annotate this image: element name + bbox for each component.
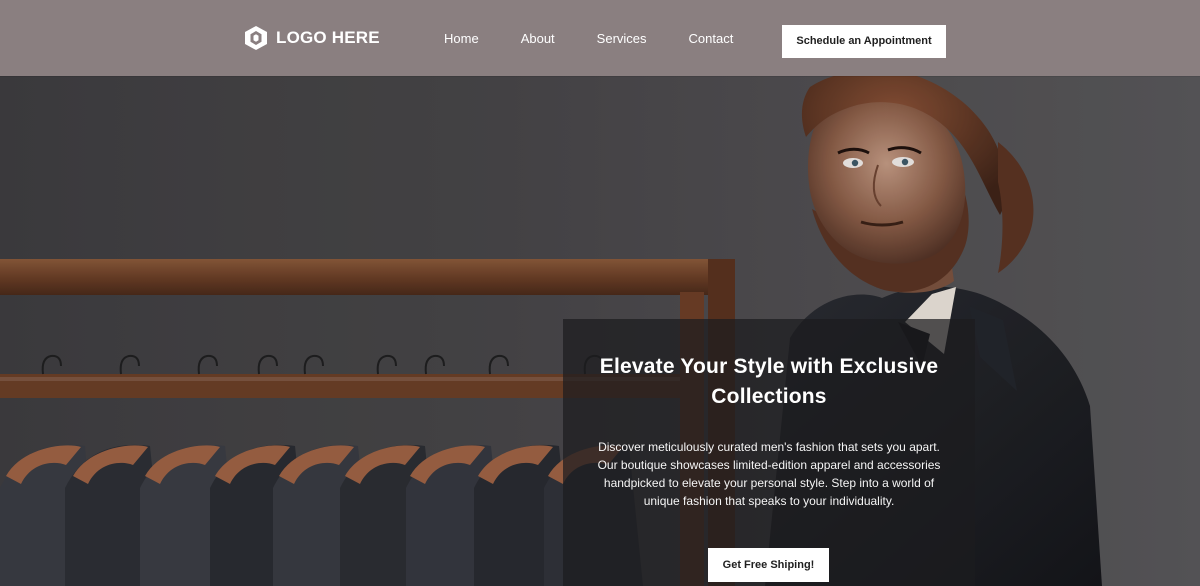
logo-text: LOGO HERE bbox=[276, 28, 380, 47]
free-shipping-button[interactable]: Get Free Shiping! bbox=[708, 548, 829, 582]
schedule-appointment-button[interactable]: Schedule an Appointment bbox=[782, 25, 946, 58]
hero-title: Elevate Your Style with Exclusive Collec… bbox=[599, 355, 939, 408]
landing-page: LOGO HERE Home About Services Contact Sc… bbox=[0, 0, 1200, 586]
nav-contact-link[interactable]: Contact bbox=[689, 31, 734, 46]
nav-about-link[interactable]: About bbox=[521, 31, 555, 46]
nav-home-link[interactable]: Home bbox=[444, 31, 479, 46]
nav-services-link[interactable]: Services bbox=[597, 31, 647, 46]
hexagon-logo-icon bbox=[242, 24, 270, 52]
hero-section: Elevate Your Style with Exclusive Collec… bbox=[0, 76, 1200, 586]
hero-overlay: Elevate Your Style with Exclusive Collec… bbox=[563, 319, 975, 586]
site-header: LOGO HERE Home About Services Contact Sc… bbox=[0, 0, 1200, 76]
hero-description: Discover meticulously curated men's fash… bbox=[597, 440, 941, 508]
site-logo[interactable]: LOGO HERE bbox=[242, 24, 380, 52]
main-navigation: Home About Services Contact bbox=[444, 31, 733, 46]
